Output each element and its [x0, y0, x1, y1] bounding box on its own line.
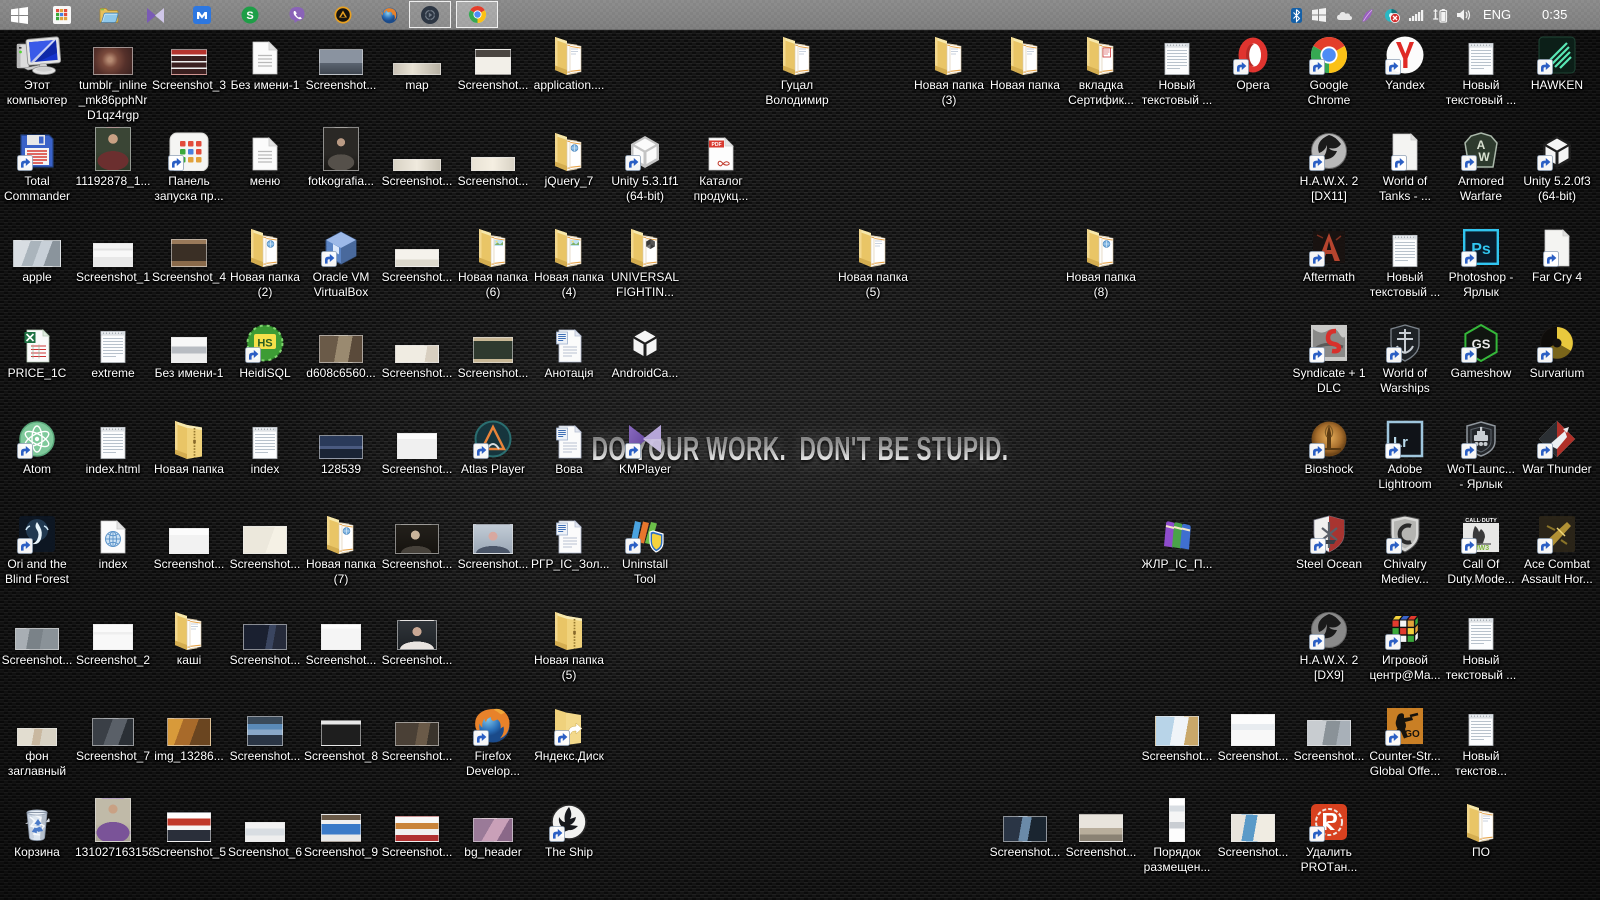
svg-text:CALL·DUTY: CALL·DUTY [1465, 518, 1497, 524]
svg-text:PDF: PDF [712, 142, 722, 148]
svg-text:S: S [246, 10, 253, 22]
svg-text:W: W [1478, 150, 1490, 164]
svg-text:GO: GO [1404, 729, 1420, 740]
